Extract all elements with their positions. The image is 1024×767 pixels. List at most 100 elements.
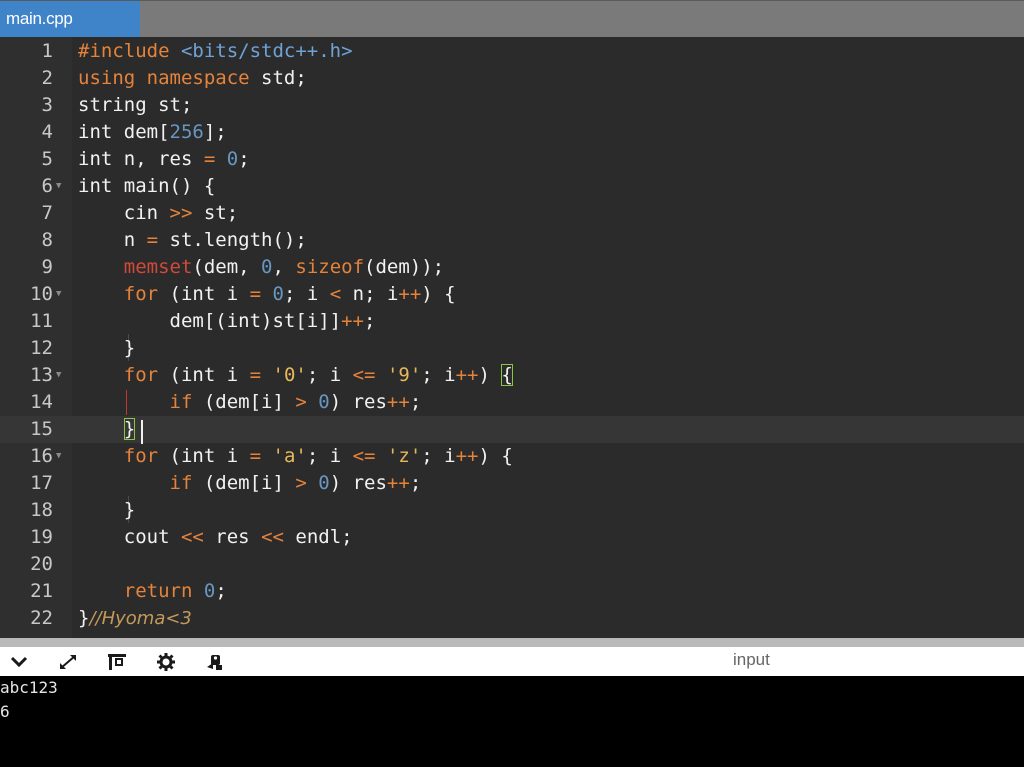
token-keyword: sizeof bbox=[295, 256, 365, 278]
token-text: } bbox=[78, 607, 90, 629]
token-string: '0' bbox=[272, 364, 307, 386]
tab-main-cpp[interactable]: main.cpp bbox=[0, 1, 140, 37]
line-number: 17 bbox=[30, 472, 53, 494]
token-text: string st; bbox=[78, 94, 193, 116]
token-text: ; i bbox=[421, 364, 456, 386]
token-number: 0 bbox=[261, 256, 273, 278]
token-text: } bbox=[123, 337, 136, 359]
fold-arrow-icon[interactable]: ▼ bbox=[56, 281, 61, 308]
output-line: abc123 bbox=[0, 678, 58, 697]
debug-icon[interactable] bbox=[203, 650, 227, 674]
layout-icon[interactable] bbox=[105, 650, 129, 674]
code-editor[interactable]: 1 #include <bits/stdc++.h> 2 using names… bbox=[0, 37, 1024, 638]
code-line: 10 ▼ for (int i = 0; i < n; i++) { bbox=[0, 281, 1024, 308]
fold-arrow-icon[interactable]: ▼ bbox=[56, 173, 61, 200]
token-operator: <= bbox=[352, 445, 376, 467]
token-keyword: if bbox=[169, 391, 193, 413]
line-number: 12 bbox=[30, 337, 53, 359]
code-line: 3 string st; bbox=[0, 92, 1024, 119]
token-text: ; bbox=[238, 148, 250, 170]
code-line: 6 ▼ int main() { bbox=[0, 173, 1024, 200]
token-comment: //Hyoma<3 bbox=[89, 608, 192, 629]
token-keyword: return bbox=[123, 580, 193, 602]
token-operator: >> bbox=[169, 202, 193, 224]
token-text: (int i bbox=[158, 364, 250, 386]
token-function: memset bbox=[123, 256, 193, 278]
token-text: (int i bbox=[158, 445, 250, 467]
line-number: 19 bbox=[30, 526, 53, 548]
line-number: 20 bbox=[30, 553, 53, 575]
token-text: ; i bbox=[421, 445, 456, 467]
line-number: 11 bbox=[30, 310, 53, 332]
token-operator: <= bbox=[352, 364, 376, 386]
line-number: 5 bbox=[41, 148, 53, 170]
token-text: int dem[ bbox=[78, 121, 170, 143]
line-number: 21 bbox=[30, 580, 53, 602]
line-number: 6 bbox=[41, 175, 53, 197]
token-number: 256 bbox=[169, 121, 204, 143]
token-text: cin bbox=[78, 202, 170, 224]
token-text: ; bbox=[409, 391, 422, 413]
token-number: 0 bbox=[203, 580, 216, 602]
gear-icon[interactable] bbox=[154, 650, 178, 674]
token-text: n; i bbox=[341, 283, 399, 305]
token-text: cout bbox=[123, 526, 181, 548]
console-output[interactable]: abc123 6 bbox=[0, 676, 1024, 767]
token-operator: = bbox=[203, 148, 216, 170]
token-text: ) res bbox=[329, 391, 387, 413]
token-keyword: if bbox=[169, 472, 193, 494]
console-toolbar: input bbox=[0, 647, 1024, 676]
expand-icon[interactable] bbox=[56, 650, 80, 674]
token-operator: << bbox=[180, 526, 204, 548]
token-text: st.length(); bbox=[158, 229, 307, 251]
token-include-path: <bits/stdc++.h> bbox=[180, 40, 353, 62]
code-line: 19 cout << res << endl; bbox=[0, 524, 1024, 551]
token-keyword: for bbox=[123, 283, 159, 305]
code-line: 7 cin >> st; bbox=[0, 200, 1024, 227]
token-operator: ++ bbox=[386, 472, 410, 494]
code-line: 13 ▼ for (int i = '0'; i <= '9'; i++) { bbox=[0, 362, 1024, 389]
token-text: (dem[i] bbox=[192, 391, 296, 413]
code-line: 11 dem[(int)st[i]]++; bbox=[0, 308, 1024, 335]
token-text: dem[(int)st[i]] bbox=[169, 310, 342, 332]
indent-guide-error bbox=[126, 390, 127, 415]
token-text: int main() { bbox=[78, 175, 216, 197]
token-text: st; bbox=[192, 202, 239, 224]
input-label: input bbox=[733, 650, 770, 669]
token-number: 0 bbox=[318, 391, 330, 413]
line-number: 14 bbox=[30, 391, 53, 413]
code-line: 8 n = st.length(); bbox=[0, 227, 1024, 254]
token-text: res bbox=[203, 526, 262, 548]
chevron-down-icon[interactable] bbox=[7, 650, 31, 674]
code-line: 5 int n, res = 0; bbox=[0, 146, 1024, 173]
fold-arrow-icon[interactable]: ▼ bbox=[56, 362, 61, 389]
token-keyword: for bbox=[123, 445, 159, 467]
token-operator: ++ bbox=[398, 283, 422, 305]
token-text: n bbox=[78, 229, 147, 251]
token-text: ; bbox=[364, 310, 376, 332]
code-line: 14 if (dem[i] > 0) res++; bbox=[0, 389, 1024, 416]
token-text: (dem[i] bbox=[192, 472, 296, 494]
token-text: (dem, bbox=[192, 256, 262, 278]
token-text: std; bbox=[261, 67, 307, 89]
token-operator: > bbox=[295, 472, 307, 494]
token-text: ; bbox=[215, 580, 227, 602]
code-line: 16 ▼ for (int i = 'a'; i <= 'z'; i++) { bbox=[0, 443, 1024, 470]
panel-splitter[interactable] bbox=[0, 638, 1024, 647]
code-line: 9 memset(dem, 0, sizeof(dem)); bbox=[0, 254, 1024, 281]
token-operator: = bbox=[249, 364, 262, 386]
token-text: ; bbox=[409, 472, 422, 494]
token-text: ) res bbox=[329, 472, 387, 494]
line-number: 16 bbox=[30, 445, 53, 467]
code-line: 2 using namespace std; bbox=[0, 65, 1024, 92]
line-number: 1 bbox=[41, 40, 53, 62]
token-keyword: for bbox=[123, 364, 159, 386]
fold-arrow-icon[interactable]: ▼ bbox=[56, 443, 61, 470]
output-line: 6 bbox=[0, 702, 10, 721]
